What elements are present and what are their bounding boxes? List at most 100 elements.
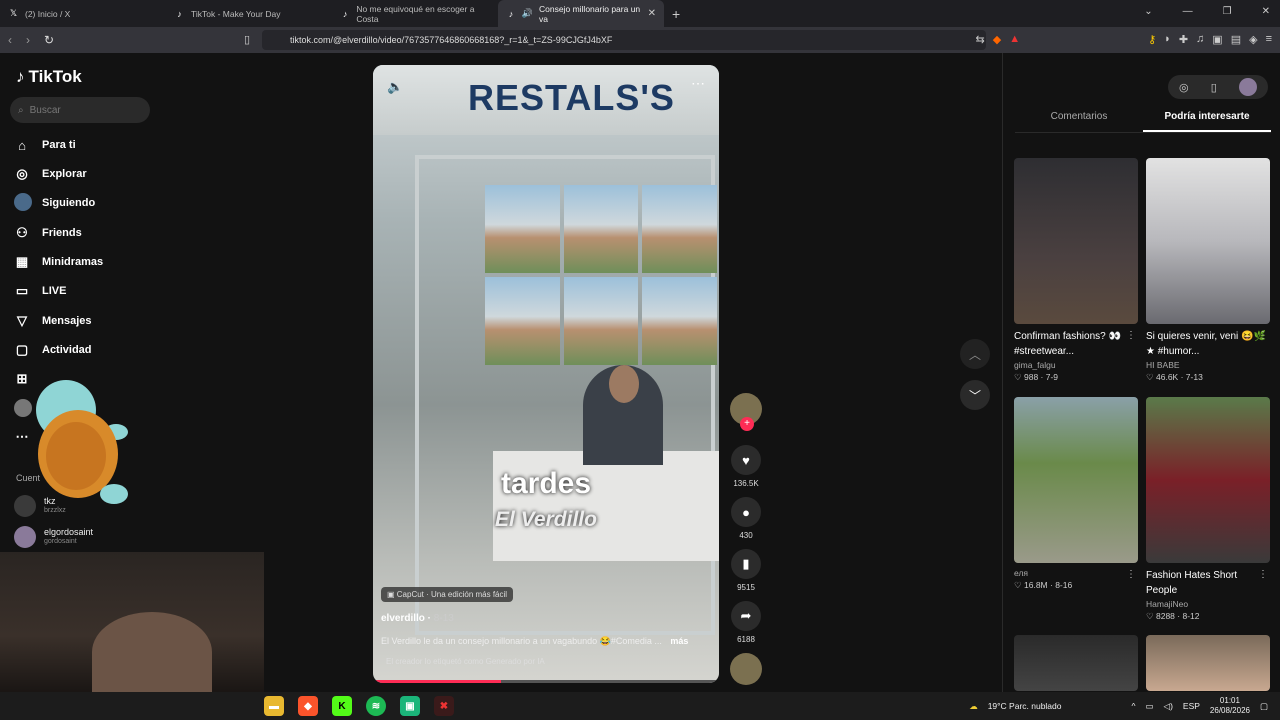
brave-browser-icon[interactable]: ◆ xyxy=(298,696,318,716)
previous-video-button[interactable]: ︿ xyxy=(960,339,990,369)
save-button[interactable]: ▮ 9515 xyxy=(728,549,764,592)
menu-icon[interactable]: ≡ xyxy=(1266,33,1272,46)
share-icon: ➦ xyxy=(731,601,761,631)
browser-tab[interactable]: ♪ TikTok - Make Your Day xyxy=(166,0,332,27)
recommended-video-card[interactable]: Fashion Hates Short People HamajiNeo ♡ 8… xyxy=(1146,397,1270,622)
next-video-button[interactable]: ﹀ xyxy=(960,380,990,410)
more-options-icon[interactable]: ⋮ xyxy=(1126,330,1136,341)
wallet-icon[interactable]: ▤ xyxy=(1231,33,1241,46)
browser-tab[interactable]: ♪ No me equivoqué en escoger a Costa xyxy=(332,0,498,27)
messages-icon: ▽ xyxy=(17,313,27,328)
vpn-icon[interactable]: ◈ xyxy=(1249,33,1257,46)
top-actions: ◎ ▯ xyxy=(1168,75,1268,99)
author-avatar-button[interactable]: + xyxy=(728,393,764,431)
capcut-badge[interactable]: ▣ CapCut · Una edición más fácil xyxy=(381,587,514,602)
video-progress-bar[interactable] xyxy=(373,680,719,683)
new-tab-button[interactable]: + xyxy=(672,6,680,22)
more-options-icon[interactable]: ⋮ xyxy=(1126,569,1136,580)
x-logo-icon: 𝕏 xyxy=(9,8,18,18)
webcam-person xyxy=(92,612,212,692)
tab-comentarios[interactable]: Comentarios xyxy=(1015,109,1143,132)
url-field[interactable]: tiktok.com/@elverdillo/video/76735776468… xyxy=(262,30,986,50)
account-item[interactable]: tkz brzzlxz xyxy=(14,495,66,517)
tab-title: (2) Inicio / X xyxy=(25,8,71,19)
minimize-button[interactable]: — xyxy=(1183,6,1193,17)
recommended-video-card[interactable]: Confirman fashions? 👀 #streetwear... gim… xyxy=(1014,158,1138,383)
more-link[interactable]: más xyxy=(670,636,688,646)
chevron-up-icon: ︿ xyxy=(968,347,981,362)
close-tab-icon[interactable]: ✕ xyxy=(648,8,656,19)
tiktok-icon: ♪ xyxy=(16,67,25,86)
video-description: El Verdillo le da un consejo millonario … xyxy=(381,636,689,646)
share-button[interactable]: ➦ 6188 xyxy=(728,601,764,644)
sidebar-item-live[interactable]: ▭ LIVE xyxy=(14,281,67,301)
video-player[interactable]: RESTALS'S tardes El Verdillo 🔈 ⋯ ▣ CapCu… xyxy=(373,65,719,683)
coin-icon[interactable]: ◎ xyxy=(1179,81,1189,94)
speaker-icon[interactable]: 🔊 xyxy=(522,8,533,19)
spotify-icon[interactable]: ≋ xyxy=(366,696,386,716)
capcut-icon[interactable]: ✖ xyxy=(434,696,454,716)
minidramas-icon: ▦ xyxy=(15,254,29,269)
tray-chevron-icon[interactable]: ^ xyxy=(1132,701,1136,711)
translate-icon[interactable]: ⇆ xyxy=(976,33,985,46)
sidebar-item-minidramas[interactable]: ▦ Minidramas xyxy=(14,252,103,272)
clock[interactable]: 01:01 26/08/2026 xyxy=(1210,696,1250,716)
forward-button[interactable]: › xyxy=(26,33,30,47)
search-input[interactable]: ⌕ Buscar xyxy=(10,97,150,123)
browser-tab[interactable]: 𝕏 (2) Inicio / X xyxy=(0,0,166,27)
sidebar-item-explorar[interactable]: ◎ Explorar xyxy=(14,164,86,184)
extension-icon[interactable]: ◗ xyxy=(1164,33,1171,46)
recommended-video-card[interactable]: еля ♡ 16.8M · 8-16 ⋮ xyxy=(1014,397,1138,591)
live-icon: ▭ xyxy=(15,283,29,298)
reload-button[interactable]: ↻ xyxy=(44,33,54,47)
language-indicator[interactable]: ESP xyxy=(1183,701,1200,711)
follow-plus-icon[interactable]: + xyxy=(740,417,754,431)
device-icon[interactable]: ▯ xyxy=(1211,81,1217,94)
brave-shield-icon[interactable]: ◆ xyxy=(993,33,1001,46)
back-button[interactable]: ‹ xyxy=(8,33,12,47)
file-explorer-icon[interactable]: ▬ xyxy=(264,696,284,716)
sidebar-item-mensajes[interactable]: ▽ Mensajes xyxy=(14,311,92,331)
puzzle-icon[interactable]: ✚ xyxy=(1179,33,1188,46)
video-watermark: El Verdillo xyxy=(495,508,597,531)
sound-avatar-button[interactable] xyxy=(728,653,764,685)
close-window-button[interactable]: ✕ xyxy=(1262,6,1270,17)
video-thumbnail xyxy=(1146,158,1270,324)
following-avatar-icon xyxy=(14,192,32,214)
restore-button[interactable]: ❐ xyxy=(1223,6,1232,17)
weather-text[interactable]: 19°C Parc. nublado xyxy=(988,701,1062,711)
kick-icon[interactable]: K xyxy=(332,696,352,716)
network-icon[interactable]: ▭ xyxy=(1146,701,1154,712)
like-button[interactable]: ♥ 136.5K xyxy=(728,445,764,488)
recommended-video-card[interactable]: Si quieres venir, veni 😆🌿★ #humor... HI … xyxy=(1146,158,1270,383)
speaker-icon[interactable]: ◁) xyxy=(1164,701,1173,712)
sidebar-item-siguiendo[interactable]: Siguiendo xyxy=(14,192,95,214)
user-avatar[interactable] xyxy=(1238,78,1257,96)
bookmark-icon[interactable]: ▯ xyxy=(244,33,250,46)
tab-list-icon[interactable]: ⌄ xyxy=(1144,6,1152,17)
sidebar-item-friends[interactable]: ⚇ Friends xyxy=(14,223,82,243)
more-options-icon[interactable]: ⋮ xyxy=(1258,330,1268,341)
recommended-video-card[interactable] xyxy=(1146,635,1270,691)
tiktok-logo[interactable]: ♪ TikTok xyxy=(16,67,82,87)
key-icon[interactable]: ⚷ xyxy=(1148,33,1156,46)
sidebar: ♪ TikTok ⌕ Buscar ⌂ Para ti ◎ Explorar S… xyxy=(0,53,264,692)
browser-tab-bar: 𝕏 (2) Inicio / X ♪ TikTok - Make Your Da… xyxy=(0,0,1280,27)
more-options-icon[interactable]: ⋮ xyxy=(1258,569,1268,580)
rewards-icon[interactable]: ▲ xyxy=(1009,33,1020,46)
browser-tab-active[interactable]: ♪ 🔊 Consejo millonario para un va ✕ xyxy=(498,0,664,27)
tiktok-icon: ♪ xyxy=(508,8,514,19)
notification-icon[interactable]: ▢ xyxy=(1260,701,1268,712)
sidebar-item-actividad[interactable]: ▢ Actividad xyxy=(14,340,92,360)
comment-button[interactable]: ● 430 xyxy=(728,497,764,540)
music-icon[interactable]: ♫ xyxy=(1196,33,1204,46)
sidebar-item-para-ti[interactable]: ⌂ Para ti xyxy=(14,135,76,155)
recommended-video-card[interactable] xyxy=(1014,635,1138,691)
video-author[interactable]: elverdillo · 8-13 xyxy=(381,613,454,624)
account-item[interactable]: elgordosaint gordosaint xyxy=(14,526,93,548)
app-icon[interactable]: ▣ xyxy=(400,696,420,716)
tab-podria-interesarte[interactable]: Podría interesarte xyxy=(1143,109,1271,132)
sidebar-icon[interactable]: ▣ xyxy=(1212,33,1222,46)
more-options-icon[interactable]: ⋯ xyxy=(691,75,705,92)
volume-icon[interactable]: 🔈 xyxy=(387,79,403,95)
